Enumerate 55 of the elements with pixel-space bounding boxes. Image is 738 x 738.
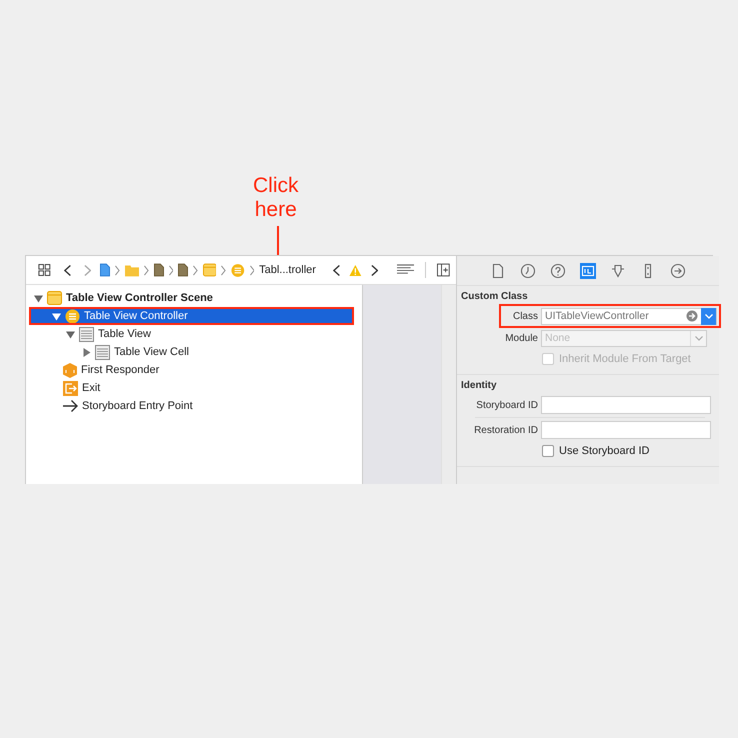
lines-icon[interactable] [397, 264, 414, 276]
checkbox[interactable] [542, 445, 554, 457]
collapsed-triangle-icon[interactable] [82, 348, 91, 356]
exit-icon [63, 380, 78, 396]
cube-icon [63, 362, 77, 378]
storyboard-id-field[interactable] [541, 396, 711, 414]
clock-icon[interactable] [520, 262, 536, 278]
table-icon [79, 326, 94, 342]
checkbox-label: Inherit Module From Target [559, 353, 691, 365]
tree-item[interactable]: Table View Controller Scene [26, 289, 360, 307]
restoration-id-field[interactable] [541, 421, 711, 439]
annotation-label: Click here [253, 174, 298, 222]
chevron-icon [221, 264, 226, 276]
dropdown-button[interactable] [701, 308, 716, 324]
field-label: Storyboard ID [475, 400, 538, 410]
class-field[interactable]: UITableViewController [542, 310, 683, 322]
document-icon[interactable] [178, 263, 188, 277]
chevron-icon [193, 264, 198, 276]
tree-item[interactable]: Table View Controller [29, 307, 354, 325]
field-label: Restoration ID [473, 424, 538, 436]
arrow-icon [63, 400, 78, 412]
module-combo-box[interactable]: None [541, 330, 707, 346]
chevron-icon [250, 264, 254, 276]
field-label: Class [512, 310, 538, 322]
tree-item[interactable]: Table View [26, 325, 360, 343]
back-icon[interactable] [64, 264, 71, 276]
file-icon[interactable] [100, 263, 110, 277]
table-icon [95, 344, 110, 360]
field-label: Module [504, 332, 538, 344]
forward-icon[interactable] [370, 264, 378, 276]
chevron-icon [144, 264, 149, 276]
tree-item[interactable]: Table View Cell [26, 343, 360, 361]
chevron-down-icon [704, 314, 712, 318]
scene-icon [47, 291, 62, 305]
help-icon[interactable] [550, 262, 566, 278]
arrow-circle-icon[interactable] [670, 262, 686, 278]
checkbox-label: Use Storyboard ID [559, 445, 650, 457]
section-title: Custom Class [461, 291, 529, 302]
file-icon[interactable] [490, 262, 506, 278]
back-icon[interactable] [332, 264, 340, 276]
class-combo-box[interactable]: UITableViewController [541, 308, 717, 324]
tree-item[interactable]: First Responder [26, 361, 360, 379]
document-icon[interactable] [154, 263, 164, 277]
grid-icon[interactable] [38, 263, 51, 277]
identity-card-icon[interactable] [580, 262, 596, 278]
breadcrumb-label[interactable]: Tabl...troller [259, 264, 316, 276]
section-title: Identity [461, 380, 498, 391]
controller-icon [65, 308, 80, 324]
tree-item[interactable]: Storyboard Entry Point [26, 397, 360, 415]
chevron-icon [168, 264, 174, 276]
chevron-down-icon [694, 336, 702, 340]
add-editor-icon[interactable] [437, 263, 450, 277]
tree-item[interactable]: Exit [26, 379, 360, 397]
chevron-icon [115, 264, 120, 276]
go-arrow-icon[interactable] [686, 310, 698, 322]
